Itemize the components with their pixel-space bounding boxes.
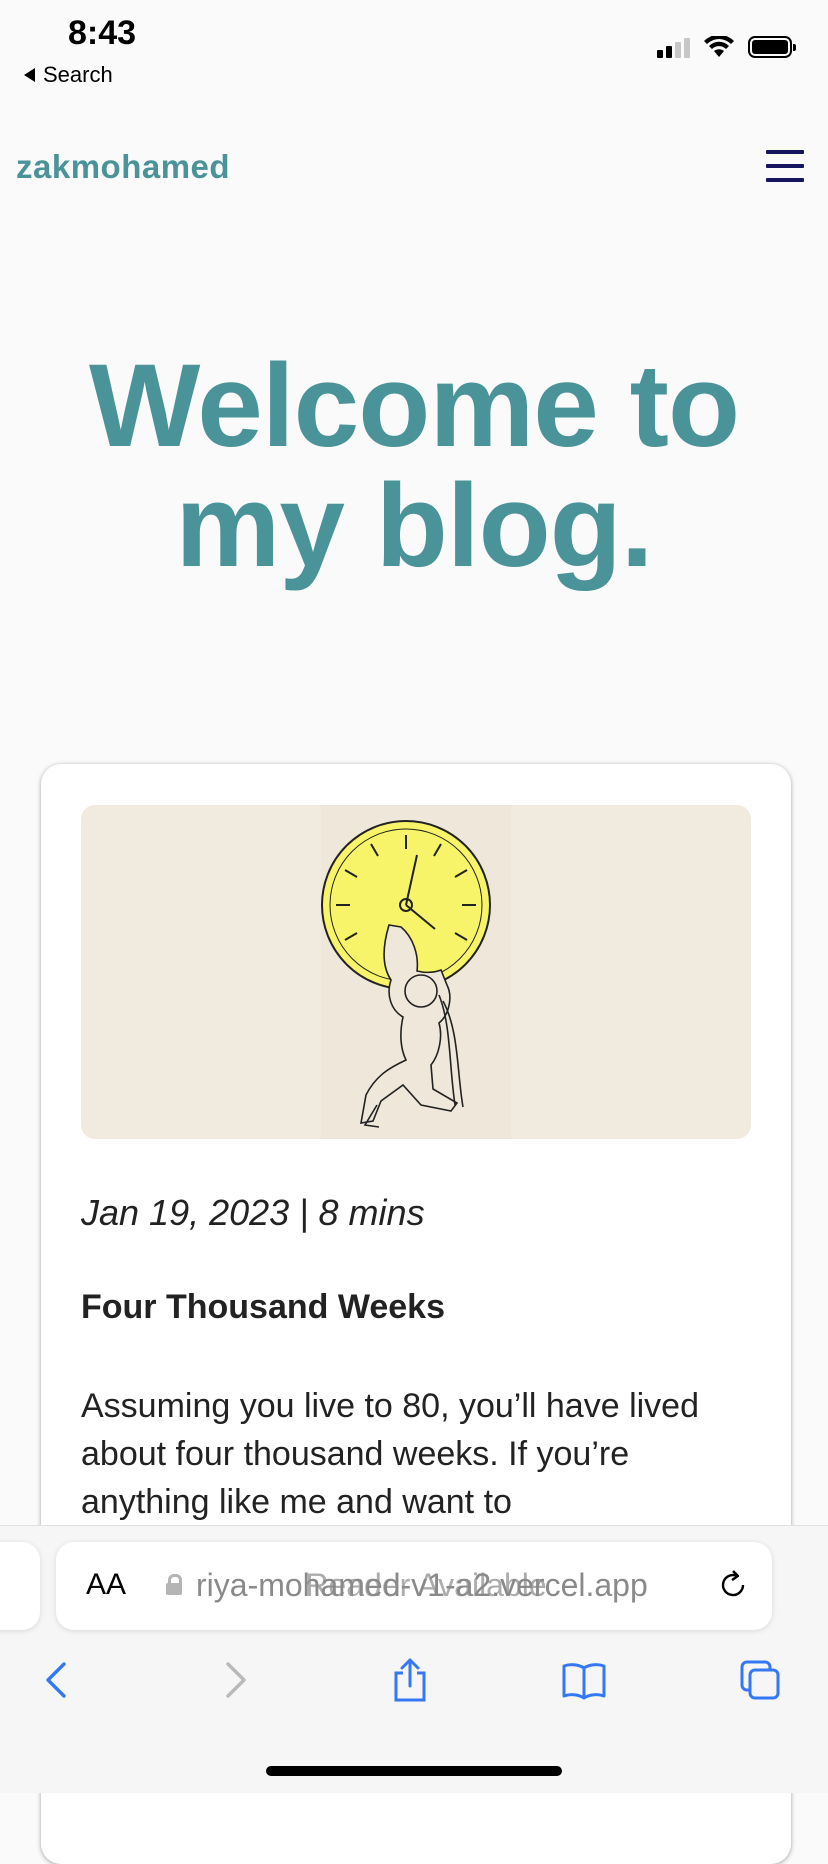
back-icon[interactable] (26, 1650, 86, 1710)
page-settings-button[interactable]: AA (86, 1568, 126, 1602)
hamburger-menu-icon[interactable] (766, 150, 804, 182)
status-indicators (657, 36, 796, 58)
battery-icon (748, 36, 796, 58)
back-to-search-label: Search (43, 62, 113, 87)
hero-line-2: my blog. (175, 460, 653, 592)
post-title[interactable]: Four Thousand Weeks (81, 1288, 445, 1327)
bookmarks-icon[interactable] (554, 1650, 614, 1710)
browser-toolbar (0, 1650, 828, 1710)
tabs-icon[interactable] (730, 1650, 790, 1710)
previous-tab-preview[interactable] (0, 1542, 40, 1630)
hero-line-1: Welcome to (88, 340, 740, 472)
post-image[interactable] (81, 805, 751, 1139)
site-brand-link[interactable]: zakmohamed (16, 148, 230, 186)
home-indicator (266, 1766, 562, 1776)
reader-available-text: Reader Available (305, 1567, 547, 1603)
status-time: 8:43 (68, 14, 137, 52)
forward-icon[interactable] (206, 1650, 266, 1710)
hero-heading: Welcome to my blog. (0, 346, 828, 586)
post-excerpt: Assuming you live to 80, you’ll have liv… (81, 1387, 699, 1521)
back-to-search-link[interactable]: Search (24, 62, 113, 88)
reload-icon[interactable] (716, 1568, 750, 1602)
lock-icon (166, 1574, 182, 1595)
atlas-clock-illustration (321, 805, 511, 1139)
share-icon[interactable] (380, 1650, 440, 1710)
wifi-icon (704, 36, 734, 57)
address-bar[interactable]: AA riya-mohamed-v1-a2.vercel.app Reader … (56, 1542, 772, 1630)
post-date-readtime: Jan 19, 2023 | 8 mins (81, 1192, 425, 1233)
cellular-signal-icon (657, 36, 690, 58)
back-triangle-icon (24, 68, 35, 82)
